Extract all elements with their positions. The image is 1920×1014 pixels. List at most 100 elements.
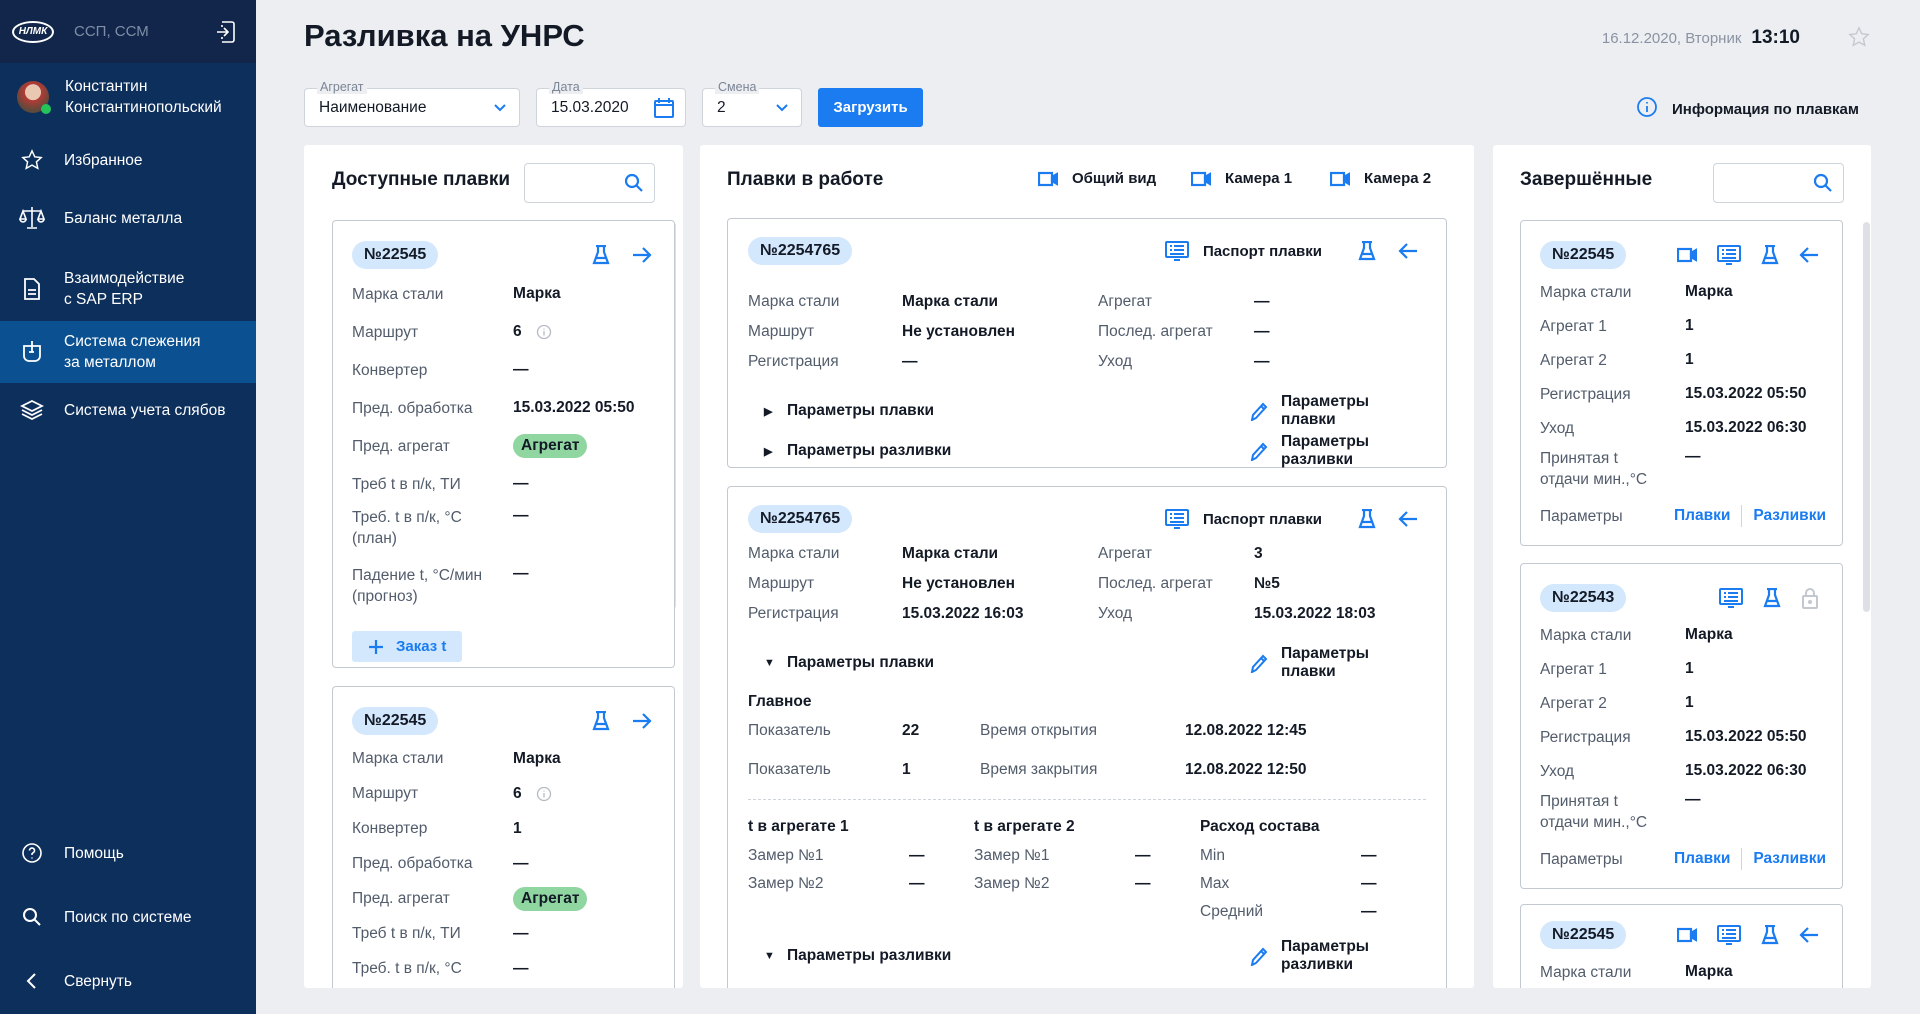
heat-card[interactable]: №22545 Марка стали Марка Маршрут 6 Конвертер 1… bbox=[332, 686, 675, 988]
load-button[interactable]: Загрузить bbox=[818, 88, 923, 127]
caret-right-icon[interactable]: ▶ bbox=[764, 445, 787, 458]
shift-label: Смена bbox=[715, 80, 760, 94]
row-value: Марка bbox=[1685, 283, 1733, 300]
current-date: 16.12.2020, Вторник bbox=[1601, 30, 1742, 47]
row-label: Пред. обработка bbox=[352, 399, 473, 417]
sidebar-item-star[interactable]: Избранное bbox=[0, 145, 256, 175]
plus-icon bbox=[368, 639, 384, 655]
favorite-star-icon[interactable] bbox=[1848, 26, 1870, 53]
caret-down-icon[interactable]: ▼ bbox=[764, 950, 787, 962]
logout-icon[interactable] bbox=[214, 20, 236, 49]
caret-down-icon[interactable]: ▼ bbox=[764, 657, 787, 669]
edit-params-button[interactable]: Параметры разливки bbox=[1249, 938, 1426, 974]
row-label: Параметры bbox=[1540, 507, 1623, 525]
scrollbar[interactable] bbox=[1863, 222, 1870, 612]
move-to-work-icon[interactable] bbox=[632, 246, 652, 264]
sidebar-item-help[interactable]: Помощь bbox=[0, 838, 256, 868]
row-label: Агрегат 2 bbox=[1540, 351, 1607, 369]
flask-icon[interactable] bbox=[1763, 588, 1781, 608]
row-label: Падение t, °C/мин (прогноз) bbox=[352, 567, 483, 605]
pencil-icon bbox=[1249, 441, 1269, 461]
aggregate-select[interactable]: Агрегат Наименование bbox=[304, 80, 520, 127]
value-text: 1 bbox=[513, 819, 522, 837]
row-value: — bbox=[513, 855, 529, 873]
search-input[interactable] bbox=[1713, 163, 1844, 203]
search-icon[interactable] bbox=[1813, 173, 1833, 193]
info-row: Марка стали Марка bbox=[1540, 955, 1826, 988]
completed-heat-card[interactable]: №22543 Марка стали Марка Агрегат 1 1 Агрегат … bbox=[1520, 563, 1843, 889]
sidebar-item-ladle[interactable]: Система слежения за металлом bbox=[0, 321, 256, 383]
calendar-icon[interactable] bbox=[653, 97, 675, 124]
avatar bbox=[17, 81, 51, 114]
info-row: Треб t в п/к, ТИ — bbox=[352, 916, 658, 951]
date-value: 15.03.2020 bbox=[551, 98, 629, 116]
heat-info-link[interactable]: Информация по плавкам bbox=[1636, 96, 1859, 122]
casting-params-link[interactable]: Разливки bbox=[1753, 850, 1826, 868]
casting-params-link[interactable]: Разливки bbox=[1753, 507, 1826, 525]
value-text: Марка bbox=[513, 285, 561, 302]
shift-select[interactable]: Смена 2 bbox=[702, 80, 802, 127]
heat-card[interactable]: №2254765 Паспорт плавки Марка стали Марка с… bbox=[727, 218, 1447, 468]
move-to-work-icon[interactable] bbox=[632, 712, 652, 730]
params-toggle-label[interactable]: Параметры разливки bbox=[787, 442, 951, 460]
camera-icon[interactable] bbox=[1677, 927, 1697, 943]
search-input[interactable] bbox=[524, 163, 655, 203]
params-toggle-label[interactable]: Параметры плавки bbox=[787, 654, 934, 672]
completed-heat-card[interactable]: №22545 Марка стали Марка bbox=[1520, 904, 1843, 988]
completed-heat-card[interactable]: №22545 Марка стали Марка Агрегат 1 1 Агрегат … bbox=[1520, 220, 1843, 546]
section-title: Главное bbox=[748, 693, 812, 710]
edit-params-button[interactable]: Параметры разливки bbox=[1249, 433, 1426, 469]
flask-icon[interactable] bbox=[1358, 241, 1376, 261]
arrow-left-icon[interactable] bbox=[1799, 926, 1819, 944]
passport-icon[interactable] bbox=[1719, 588, 1743, 608]
camera-icon[interactable] bbox=[1677, 247, 1697, 263]
return-icon[interactable] bbox=[1398, 242, 1418, 260]
arrow-left-icon[interactable] bbox=[1799, 246, 1819, 264]
order-temperature-button[interactable]: Заказ t bbox=[352, 631, 463, 662]
camera-link[interactable]: Общий вид bbox=[1038, 170, 1156, 187]
info-value: №5 bbox=[1254, 575, 1280, 592]
group-title: Расход состава bbox=[1200, 818, 1320, 835]
camera-link[interactable]: Камера 2 bbox=[1330, 170, 1431, 187]
sidebar-item-scales[interactable]: Баланс металла bbox=[0, 203, 256, 233]
camera-link[interactable]: Камера 1 bbox=[1191, 170, 1292, 187]
params-toggle-label[interactable]: Параметры разливки bbox=[787, 947, 951, 965]
params-toggle-label[interactable]: Параметры плавки bbox=[787, 402, 934, 420]
search-icon[interactable] bbox=[624, 173, 644, 193]
heat-params-link[interactable]: Плавки bbox=[1674, 507, 1730, 525]
heat-number-badge: №22545 bbox=[352, 241, 439, 269]
scales-icon bbox=[19, 206, 45, 230]
value-text: 15.03.2022 05:50 bbox=[513, 399, 635, 416]
passport-button[interactable]: Паспорт плавки bbox=[1164, 241, 1322, 261]
info-icon[interactable] bbox=[536, 786, 552, 802]
user-profile[interactable]: Константин Константинопольский bbox=[0, 76, 256, 118]
heat-card[interactable]: №2254765 Паспорт плавки Марка стали Марка с… bbox=[727, 486, 1447, 988]
flask-icon[interactable] bbox=[592, 245, 610, 265]
org-label: ССП, ССМ bbox=[74, 23, 149, 40]
flask-icon[interactable] bbox=[1761, 925, 1779, 945]
sidebar-item-doc[interactable]: Взаимодействие с SAP ERP bbox=[0, 267, 256, 311]
datetime: 16.12.2020, Вторник 13:10 bbox=[1602, 27, 1800, 49]
passport-icon[interactable] bbox=[1717, 925, 1741, 945]
edit-params-button[interactable]: Параметры плавки bbox=[1249, 645, 1426, 681]
sidebar-item-layers[interactable]: Система учета слябов bbox=[0, 395, 256, 425]
edit-params-button[interactable]: Параметры плавки bbox=[1249, 393, 1426, 429]
passport-icon[interactable] bbox=[1717, 245, 1741, 265]
flask-icon[interactable] bbox=[1358, 509, 1376, 529]
sidebar-item-chev-left[interactable]: Свернуть bbox=[0, 966, 256, 996]
info-row: Агрегат 2 1 bbox=[1540, 343, 1826, 377]
caret-right-icon[interactable]: ▶ bbox=[764, 405, 787, 418]
param-value: 12.08.2022 12:45 bbox=[1185, 721, 1307, 739]
row-value: — bbox=[513, 565, 529, 583]
passport-button[interactable]: Паспорт плавки bbox=[1164, 509, 1322, 529]
icon-wrap bbox=[20, 340, 44, 364]
date-field[interactable]: Дата 15.03.2020 bbox=[536, 80, 686, 127]
passport-icon bbox=[1164, 509, 1189, 529]
return-icon[interactable] bbox=[1398, 510, 1418, 528]
info-icon[interactable] bbox=[536, 324, 552, 340]
sidebar-item-search[interactable]: Поиск по системе bbox=[0, 902, 256, 932]
flask-icon[interactable] bbox=[592, 711, 610, 731]
heat-card[interactable]: №22545 Марка стали Марка Маршрут 6 Конвертер —… bbox=[332, 220, 675, 668]
flask-icon[interactable] bbox=[1761, 245, 1779, 265]
heat-params-link[interactable]: Плавки bbox=[1674, 850, 1730, 868]
